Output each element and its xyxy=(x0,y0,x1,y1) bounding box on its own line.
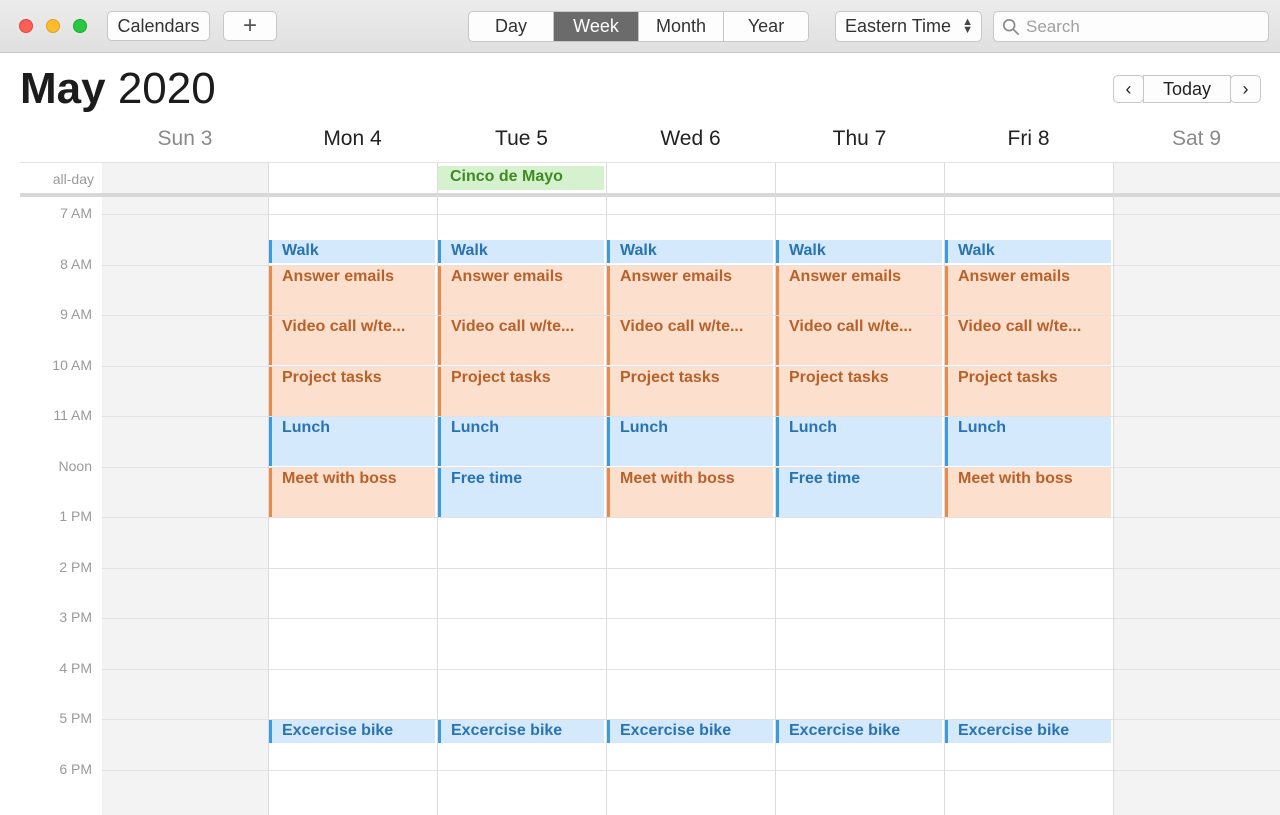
hour-line xyxy=(102,618,1280,619)
calendar-event[interactable]: Lunch xyxy=(776,417,942,466)
view-week-tab[interactable]: Week xyxy=(554,12,639,41)
search-field[interactable] xyxy=(993,11,1269,42)
search-input[interactable] xyxy=(1026,16,1256,37)
hour-label: 8 AM xyxy=(60,256,92,272)
today-button[interactable]: Today xyxy=(1143,75,1231,103)
hour-line xyxy=(102,214,1280,215)
calendar-event[interactable]: Excercise bike xyxy=(438,720,604,743)
day-header[interactable]: Sat 9 xyxy=(1113,127,1280,157)
calendars-button[interactable]: Calendars xyxy=(107,11,210,41)
calendar-event[interactable]: Walk xyxy=(776,240,942,263)
updown-chevron-icon: ▲ ▼ xyxy=(962,16,973,36)
day-header[interactable]: Fri 8 xyxy=(944,127,1113,157)
calendar-event[interactable]: Answer emails xyxy=(945,266,1111,315)
calendar-event[interactable]: Meet with boss xyxy=(945,468,1111,517)
calendar-event[interactable]: Lunch xyxy=(269,417,435,466)
day-header[interactable]: Sun 3 xyxy=(102,127,268,157)
day-header[interactable]: Thu 7 xyxy=(775,127,944,157)
hour-label: 6 PM xyxy=(59,761,92,777)
hour-line xyxy=(102,517,1280,518)
calendar-event[interactable]: Project tasks xyxy=(776,367,942,416)
search-icon xyxy=(1002,18,1020,35)
calendar-event[interactable]: Answer emails xyxy=(438,266,604,315)
hour-label: 3 PM xyxy=(59,609,92,625)
view-switcher: Day Week Month Year xyxy=(468,11,809,42)
calendar-event[interactable]: Excercise bike xyxy=(945,720,1111,743)
calendar-event[interactable]: Excercise bike xyxy=(776,720,942,743)
calendar-event[interactable]: Walk xyxy=(269,240,435,263)
calendar-event[interactable]: Project tasks xyxy=(607,367,773,416)
calendar-event[interactable]: Answer emails xyxy=(607,266,773,315)
year-label: 2020 xyxy=(117,64,216,113)
previous-week-button[interactable]: ‹ xyxy=(1113,75,1144,103)
view-day-tab[interactable]: Day xyxy=(469,12,554,41)
timezone-select[interactable]: Eastern Time ▲ ▼ xyxy=(835,11,982,42)
hour-label: 5 PM xyxy=(59,710,92,726)
toolbar: Calendars + Day Week Month Year Eastern … xyxy=(0,0,1280,53)
calendar-event[interactable]: Walk xyxy=(607,240,773,263)
calendar-event[interactable]: Answer emails xyxy=(776,266,942,315)
calendar-event[interactable]: Excercise bike xyxy=(269,720,435,743)
calendar-event[interactable]: Free time xyxy=(438,468,604,517)
calendar-event[interactable]: Video call w/te... xyxy=(607,316,773,365)
hour-label: 10 AM xyxy=(52,357,92,373)
day-header[interactable]: Mon 4 xyxy=(268,127,437,157)
hour-line xyxy=(102,669,1280,670)
hour-label: Noon xyxy=(58,458,92,474)
hour-label: 2 PM xyxy=(59,559,92,575)
timezone-value: Eastern Time xyxy=(845,16,952,36)
view-year-tab[interactable]: Year xyxy=(724,12,808,41)
calendar-event[interactable]: Excercise bike xyxy=(607,720,773,743)
calendar-event[interactable]: Lunch xyxy=(438,417,604,466)
calendar-event[interactable]: Video call w/te... xyxy=(776,316,942,365)
calendar-event[interactable]: Meet with boss xyxy=(269,468,435,517)
month-label: May xyxy=(20,64,106,113)
calendar-event[interactable]: Meet with boss xyxy=(607,468,773,517)
header-divider xyxy=(20,162,1280,163)
calendar-event[interactable]: Answer emails xyxy=(269,266,435,315)
day-divider xyxy=(1113,163,1114,815)
allday-event[interactable]: Cinco de Mayo xyxy=(438,166,604,190)
page-title: May 2020 xyxy=(20,64,216,114)
calendar-event[interactable]: Walk xyxy=(438,240,604,263)
hour-label: 11 AM xyxy=(53,407,92,423)
calendar-event[interactable]: Video call w/te... xyxy=(945,316,1111,365)
calendar-event[interactable]: Project tasks xyxy=(269,367,435,416)
calendar-event[interactable]: Lunch xyxy=(945,417,1111,466)
zoom-window-button[interactable] xyxy=(73,19,87,33)
hour-line xyxy=(102,770,1280,771)
allday-label: all-day xyxy=(52,171,94,187)
weekend-column xyxy=(102,163,268,815)
hour-line xyxy=(102,568,1280,569)
day-header[interactable]: Tue 5 xyxy=(437,127,606,157)
calendar-event[interactable]: Video call w/te... xyxy=(438,316,604,365)
hour-label: 1 PM xyxy=(59,508,92,524)
calendar-event[interactable]: Lunch xyxy=(607,417,773,466)
close-window-button[interactable] xyxy=(19,19,33,33)
minimize-window-button[interactable] xyxy=(46,19,60,33)
calendar-event[interactable]: Walk xyxy=(945,240,1111,263)
add-event-button[interactable]: + xyxy=(223,11,277,41)
calendar-event[interactable]: Project tasks xyxy=(945,367,1111,416)
calendar-event[interactable]: Project tasks xyxy=(438,367,604,416)
hour-label: 4 PM xyxy=(59,660,92,676)
hour-label: 7 AM xyxy=(60,205,92,221)
calendar-event[interactable]: Free time xyxy=(776,468,942,517)
calendar-event[interactable]: Video call w/te... xyxy=(269,316,435,365)
hour-label: 9 AM xyxy=(60,306,92,322)
next-week-button[interactable]: › xyxy=(1230,75,1261,103)
day-header[interactable]: Wed 6 xyxy=(606,127,775,157)
weekend-column xyxy=(1113,163,1280,815)
view-month-tab[interactable]: Month xyxy=(639,12,724,41)
allday-divider xyxy=(20,193,1280,197)
